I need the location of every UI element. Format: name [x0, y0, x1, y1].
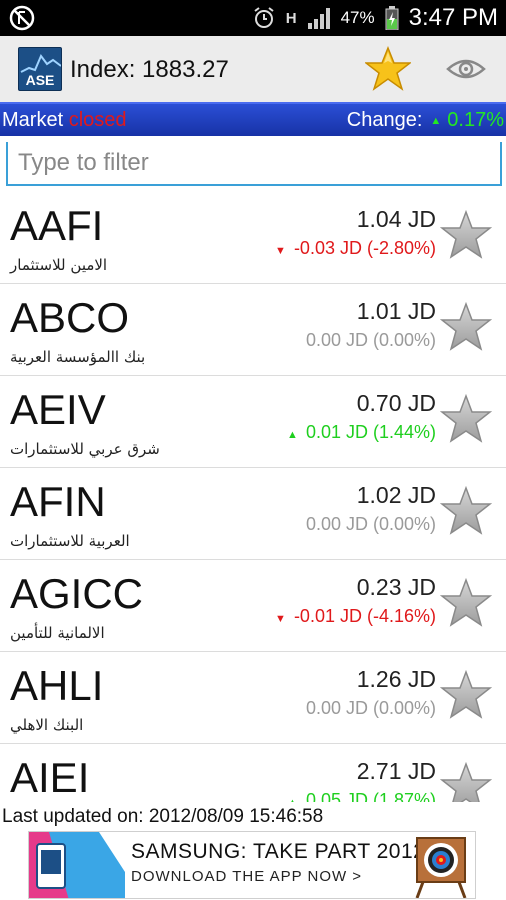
stock-change: 0.00 JD (0.00%)	[306, 330, 436, 351]
stock-row-agicc[interactable]: AGICC الالمانية للتأمين 0.23 JD ▼ -0.01 J…	[0, 560, 506, 652]
stock-change: 0.00 JD (0.00%)	[306, 698, 436, 719]
change-arrow-icon: ▲	[287, 429, 298, 441]
stock-company-name: البنك الاهلي	[10, 716, 84, 734]
market-status-bar: Market closed Change: ▲ 0.17%	[0, 102, 506, 136]
stock-change-text: -0.03 JD (-2.80%)	[293, 238, 436, 258]
battery-charging-icon	[385, 6, 399, 30]
favorite-star-icon[interactable]	[440, 394, 492, 444]
stock-change: ▲ 0.05 JD (1.87%)	[287, 790, 436, 802]
stock-row-aeiv[interactable]: AEIV شرق عربي للاستثمارات 0.70 JD ▲ 0.01 …	[0, 376, 506, 468]
stock-row-ahli[interactable]: AHLI البنك الاهلي 1.26 JD 0.00 JD (0.00%…	[0, 652, 506, 744]
favorite-star-icon[interactable]	[440, 302, 492, 352]
stock-change: ▼ -0.03 JD (-2.80%)	[275, 238, 436, 259]
stock-list[interactable]: AAFI الامين للاستثمار 1.04 JD ▼ -0.03 JD …	[0, 192, 506, 802]
ad-banner[interactable]: SAMSUNG: TAKE PART 2012 DOWNLOAD THE APP…	[28, 831, 476, 899]
stock-change: ▲ 0.01 JD (1.44%)	[287, 422, 436, 443]
stock-symbol: AFIN	[10, 478, 106, 525]
stock-company-name: شرق عربي للاستثمارات	[10, 440, 160, 458]
stock-price: 1.26 JD	[356, 666, 436, 692]
up-arrow-icon: ▲	[430, 114, 442, 127]
favorite-star-icon[interactable]	[440, 670, 492, 720]
app-header: ASE Index: 1883.27	[0, 36, 506, 102]
change-arrow-icon: ▼	[275, 245, 286, 257]
network-type: H	[285, 9, 297, 27]
archery-target-icon	[415, 837, 467, 898]
battery-percent: 47%	[340, 8, 375, 27]
filter-input[interactable]	[6, 142, 502, 186]
ad-title: SAMSUNG: TAKE PART 2012	[131, 840, 426, 863]
watch-eye-icon[interactable]	[446, 55, 486, 83]
stock-change: 0.00 JD (0.00%)	[306, 514, 436, 535]
alarm-icon	[254, 7, 274, 28]
stock-price: 0.23 JD	[356, 574, 436, 600]
stock-change: ▼ -0.01 JD (-4.16%)	[275, 606, 436, 627]
stock-company-name: بنك االمؤسسة العربية	[10, 348, 146, 366]
favorite-star-icon[interactable]	[440, 210, 492, 260]
change-label: Change:	[346, 109, 423, 131]
stock-price: 1.01 JD	[356, 298, 436, 324]
change-arrow-icon: ▲	[287, 797, 298, 802]
stock-company-name: العربية للاستثمارات	[10, 532, 130, 550]
stock-row-aiei[interactable]: AIEI 2.71 JD ▲ 0.05 JD (1.87%)	[0, 744, 506, 802]
change-arrow-icon: ▼	[275, 613, 286, 625]
market-closed-status: closed	[68, 109, 127, 131]
stock-price: 0.70 JD	[356, 390, 436, 416]
stock-row-abco[interactable]: ABCO بنك االمؤسسة العربية 1.01 JD 0.00 J…	[0, 284, 506, 376]
stock-change-text: 0.05 JD (1.87%)	[305, 790, 436, 802]
stock-symbol: AAFI	[10, 202, 104, 249]
stock-row-afin[interactable]: AFIN العربية للاستثمارات 1.02 JD 0.00 JD…	[0, 468, 506, 560]
favorite-star-icon[interactable]	[440, 578, 492, 628]
stock-price: 1.04 JD	[356, 206, 436, 232]
stock-row-aafi[interactable]: AAFI الامين للاستثمار 1.04 JD ▼ -0.03 JD …	[0, 192, 506, 284]
stock-symbol: ABCO	[10, 294, 130, 341]
filter-container	[6, 142, 502, 188]
clock: 3:47 PM	[408, 4, 498, 31]
stock-change-text: 0.00 JD (0.00%)	[305, 330, 436, 350]
no-sound-icon	[9, 5, 35, 31]
ase-logo: ASE	[18, 47, 62, 91]
market-status: Market closed	[2, 109, 127, 132]
stock-symbol: AHLI	[10, 662, 104, 709]
stock-symbol: AGICC	[10, 570, 144, 617]
samsung-app-icon	[29, 832, 125, 898]
ad-subtitle: DOWNLOAD THE APP NOW >	[131, 868, 363, 885]
stock-change-text: 0.00 JD (0.00%)	[305, 698, 436, 718]
last-updated: Last updated on: 2012/08/09 15:46:58	[2, 806, 506, 828]
stock-symbol: AIEI	[10, 754, 90, 801]
stock-change-text: 0.00 JD (0.00%)	[305, 514, 436, 534]
stock-company-name: الالمانية للتأمين	[10, 624, 105, 642]
stock-change-text: -0.01 JD (-4.16%)	[293, 606, 436, 626]
stock-change-text: 0.01 JD (1.44%)	[305, 422, 436, 442]
change-value: 0.17%	[447, 109, 504, 131]
favorite-star-icon[interactable]	[440, 762, 492, 802]
index-value: Index: 1883.27	[70, 56, 229, 83]
stock-price: 1.02 JD	[356, 482, 436, 508]
market-change: Change: ▲ 0.17%	[347, 109, 504, 132]
signal-icon	[307, 8, 330, 29]
status-bar: H 47% 3:47 PM	[0, 0, 506, 36]
favorites-star-icon[interactable]	[365, 46, 411, 92]
favorite-star-icon[interactable]	[440, 486, 492, 536]
stock-price: 2.71 JD	[356, 758, 436, 784]
stock-company-name: الامين للاستثمار	[10, 256, 108, 274]
stock-symbol: AEIV	[10, 386, 106, 433]
market-label: Market	[2, 109, 64, 131]
